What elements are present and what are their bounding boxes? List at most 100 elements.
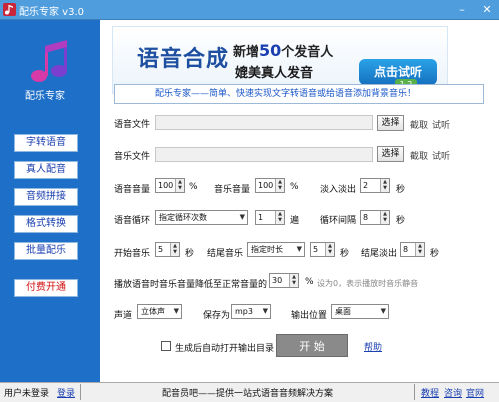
auto-open-label: 生成后自动打开输出目录 [175,344,275,354]
voice-listen-link[interactable]: 试听 [432,118,450,131]
help-link[interactable]: 帮助 [364,340,382,353]
end-music-mode-value: 指定时长 [251,245,283,254]
music-volume-label: 音乐音量 [214,185,251,195]
spinner-arrows-icon[interactable]: ▲ ▼ [170,243,179,256]
voice-select-button[interactable]: 选择 [377,115,404,131]
loop-interval-spinner[interactable]: 8 ▲ ▼ [360,210,390,225]
spinner-arrows-icon[interactable]: ▲ ▼ [275,179,284,192]
banner-number: 50 [259,41,282,60]
duck-label: 播放语音时音乐音量降低至正常音量的 [114,280,268,290]
spinner-arrows-icon[interactable]: ▲ ▼ [289,274,298,287]
loop-count-spinner[interactable]: 1 ▲ ▼ [255,210,285,225]
nav-batch-music[interactable]: 批量配乐 [14,242,78,260]
loop-interval-value: 8 [363,213,369,222]
music-volume-unit: % [290,182,299,192]
banner-suffix: 个发音人 [281,45,334,60]
chevron-down-icon[interactable]: ▼ [381,305,386,318]
website-link[interactable]: 官网 [466,386,484,399]
banner-title: 语音合成 [137,47,230,72]
minimize-button[interactable]: – [454,2,470,17]
fade-value: 2 [363,181,369,190]
spinner-arrows-icon[interactable]: ▲ ▼ [415,243,424,256]
location-value: 桌面 [335,307,351,316]
voice-volume-unit: % [189,182,198,192]
start-button[interactable]: 开 始 [276,334,348,357]
music-volume-spinner[interactable]: 100 ▲ ▼ [255,178,285,193]
end-music-spinner[interactable]: 5 ▲ ▼ [310,242,335,257]
status-divider [414,384,415,400]
spinner-arrows-icon[interactable]: ▲ ▼ [380,179,389,192]
tutorial-link[interactable]: 教程 [421,386,439,399]
consult-link[interactable]: 咨询 [444,386,462,399]
spinner-arrows-icon[interactable]: ▲ ▼ [380,211,389,224]
fade-unit: 秒 [396,185,406,195]
nav-audio-join[interactable]: 音频拼接 [14,188,78,206]
end-music-label: 结尾音乐 [207,249,244,259]
end-music-value: 5 [313,245,319,254]
tail-fade-spinner[interactable]: 8 ▲ ▼ [400,242,425,257]
status-bar: 用户未登录 登录 配音员吧——提供一站式语音音频解决方案 教程 咨询 官网 [0,382,499,402]
duck-hint: 设为0，表示播放时音乐静音 [317,279,419,288]
nav-format-convert[interactable]: 格式转换 [14,215,78,233]
chevron-down-icon[interactable]: ▼ [263,305,268,318]
fade-label: 淡入淡出 [320,185,357,195]
format-select[interactable]: mp3 ▼ [231,304,271,319]
nav-human-voice[interactable]: 真人配音 [14,161,78,179]
status-divider [80,384,81,400]
end-music-mode-select[interactable]: 指定时长 ▼ [247,242,305,257]
location-select[interactable]: 桌面 ▼ [331,304,389,319]
format-label: 保存为 [203,311,231,321]
tail-fade-value: 8 [403,245,409,254]
music-clip-link[interactable]: 截取 [410,149,428,162]
banner-headline: 新增50个发音人 [233,41,333,60]
nav-paid-activation[interactable]: 付费开通 [14,279,78,297]
voice-file-input[interactable] [155,115,373,130]
main-panel: 语音合成 新增50个发音人 媲美真人发音 点击试听 1 2 配乐专家——简单、快… [100,20,499,382]
login-link[interactable]: 登录 [57,386,75,399]
start-music-value: 5 [158,245,164,254]
tail-fade-label: 结尾淡出 [361,249,398,259]
music-listen-link[interactable]: 试听 [432,149,450,162]
music-file-input[interactable] [155,147,373,162]
channel-label: 声道 [114,311,133,321]
channel-value: 立体声 [141,307,165,316]
chevron-down-icon[interactable]: ▼ [297,243,302,256]
spinner-arrows-icon[interactable]: ▲ ▼ [175,179,184,192]
voice-volume-spinner[interactable]: 100 ▲ ▼ [155,178,185,193]
start-music-label: 开始音乐 [114,249,151,259]
music-file-label: 音乐文件 [114,152,151,162]
brand-label: 配乐专家 [25,91,65,102]
duck-unit: % [305,277,314,287]
music-select-button[interactable]: 选择 [377,146,404,162]
voice-volume-value: 100 [158,181,174,190]
end-music-unit: 秒 [340,249,350,259]
loop-mode-select[interactable]: 指定循环次数 ▼ [155,210,248,225]
chevron-down-icon[interactable]: ▼ [174,305,179,318]
loop-count-unit: 遍 [290,216,300,226]
start-music-spinner[interactable]: 5 ▲ ▼ [155,242,180,257]
spinner-arrows-icon[interactable]: ▲ ▼ [325,243,334,256]
auto-open-checkbox[interactable] [161,341,171,351]
duck-spinner[interactable]: 30 ▲ ▼ [269,273,299,288]
chevron-down-icon[interactable]: ▼ [240,211,245,224]
window-title: 配乐专家 v3.0 [19,7,84,18]
close-button[interactable]: ✕ [479,2,495,17]
loop-interval-unit: 秒 [396,216,406,226]
loop-mode-value: 指定循环次数 [159,213,207,222]
app-music-icon [3,3,16,16]
duck-value: 30 [272,276,283,285]
login-status: 用户未登录 [4,389,50,399]
banner-subline: 媲美真人发音 [235,66,314,81]
fade-spinner[interactable]: 2 ▲ ▼ [360,178,390,193]
channel-select[interactable]: 立体声 ▼ [137,304,182,319]
format-value: mp3 [235,307,253,316]
sidebar: 配乐专家 字转语音 真人配音 音频拼接 格式转换 批量配乐 付费开通 [0,20,100,382]
loop-label: 语音循环 [114,216,151,226]
voice-clip-link[interactable]: 截取 [410,118,428,131]
spinner-arrows-icon[interactable]: ▲ ▼ [275,211,284,224]
location-label: 输出位置 [291,311,328,321]
start-music-unit: 秒 [185,249,195,259]
title-bar: 配乐专家 v3.0 – ✕ [0,0,499,20]
nav-text-to-speech[interactable]: 字转语音 [14,134,78,152]
tagline: 配乐专家——简单、快速实现文字转语音或给语音添加背景音乐！ [114,84,484,104]
